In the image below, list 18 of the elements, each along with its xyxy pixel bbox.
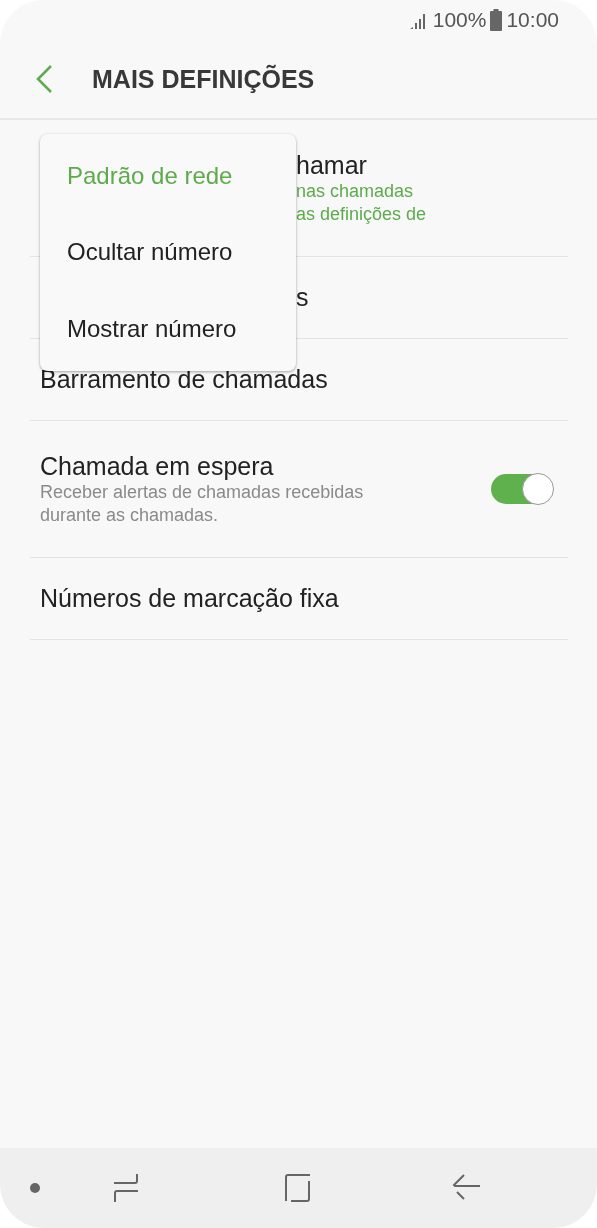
- setting-title: hamar: [296, 150, 368, 180]
- battery-percent: 100%: [432, 8, 487, 32]
- setting-subtitle: nas chamadas as definições de: [296, 179, 428, 226]
- dot-icon[interactable]: [30, 1183, 40, 1193]
- settings-row[interactable]: Números de marcação fixa: [30, 558, 568, 640]
- toggle-switch[interactable]: [491, 474, 553, 504]
- recent-apps-button[interactable]: [113, 1173, 139, 1203]
- battery-icon: [490, 9, 503, 31]
- setting-title: Números de marcação fixa: [40, 584, 340, 613]
- setting-title: Chamada em espera: [40, 451, 275, 481]
- settings-row[interactable]: Chamada em espera Receber alertas de chamadas recebidas durante as chamadas.: [30, 421, 568, 558]
- setting-subtitle: Receber alertas de chamadas recebidas durante as chamadas.: [40, 480, 365, 527]
- clock-time: 10:00: [506, 8, 559, 32]
- back-nav-button[interactable]: [452, 1174, 480, 1202]
- home-button[interactable]: [284, 1174, 312, 1202]
- setting-title: Barramento de chamadas: [40, 365, 329, 394]
- setting-title: s: [296, 283, 310, 312]
- screen-title: MAIS DEFINIÇÕES: [92, 64, 315, 94]
